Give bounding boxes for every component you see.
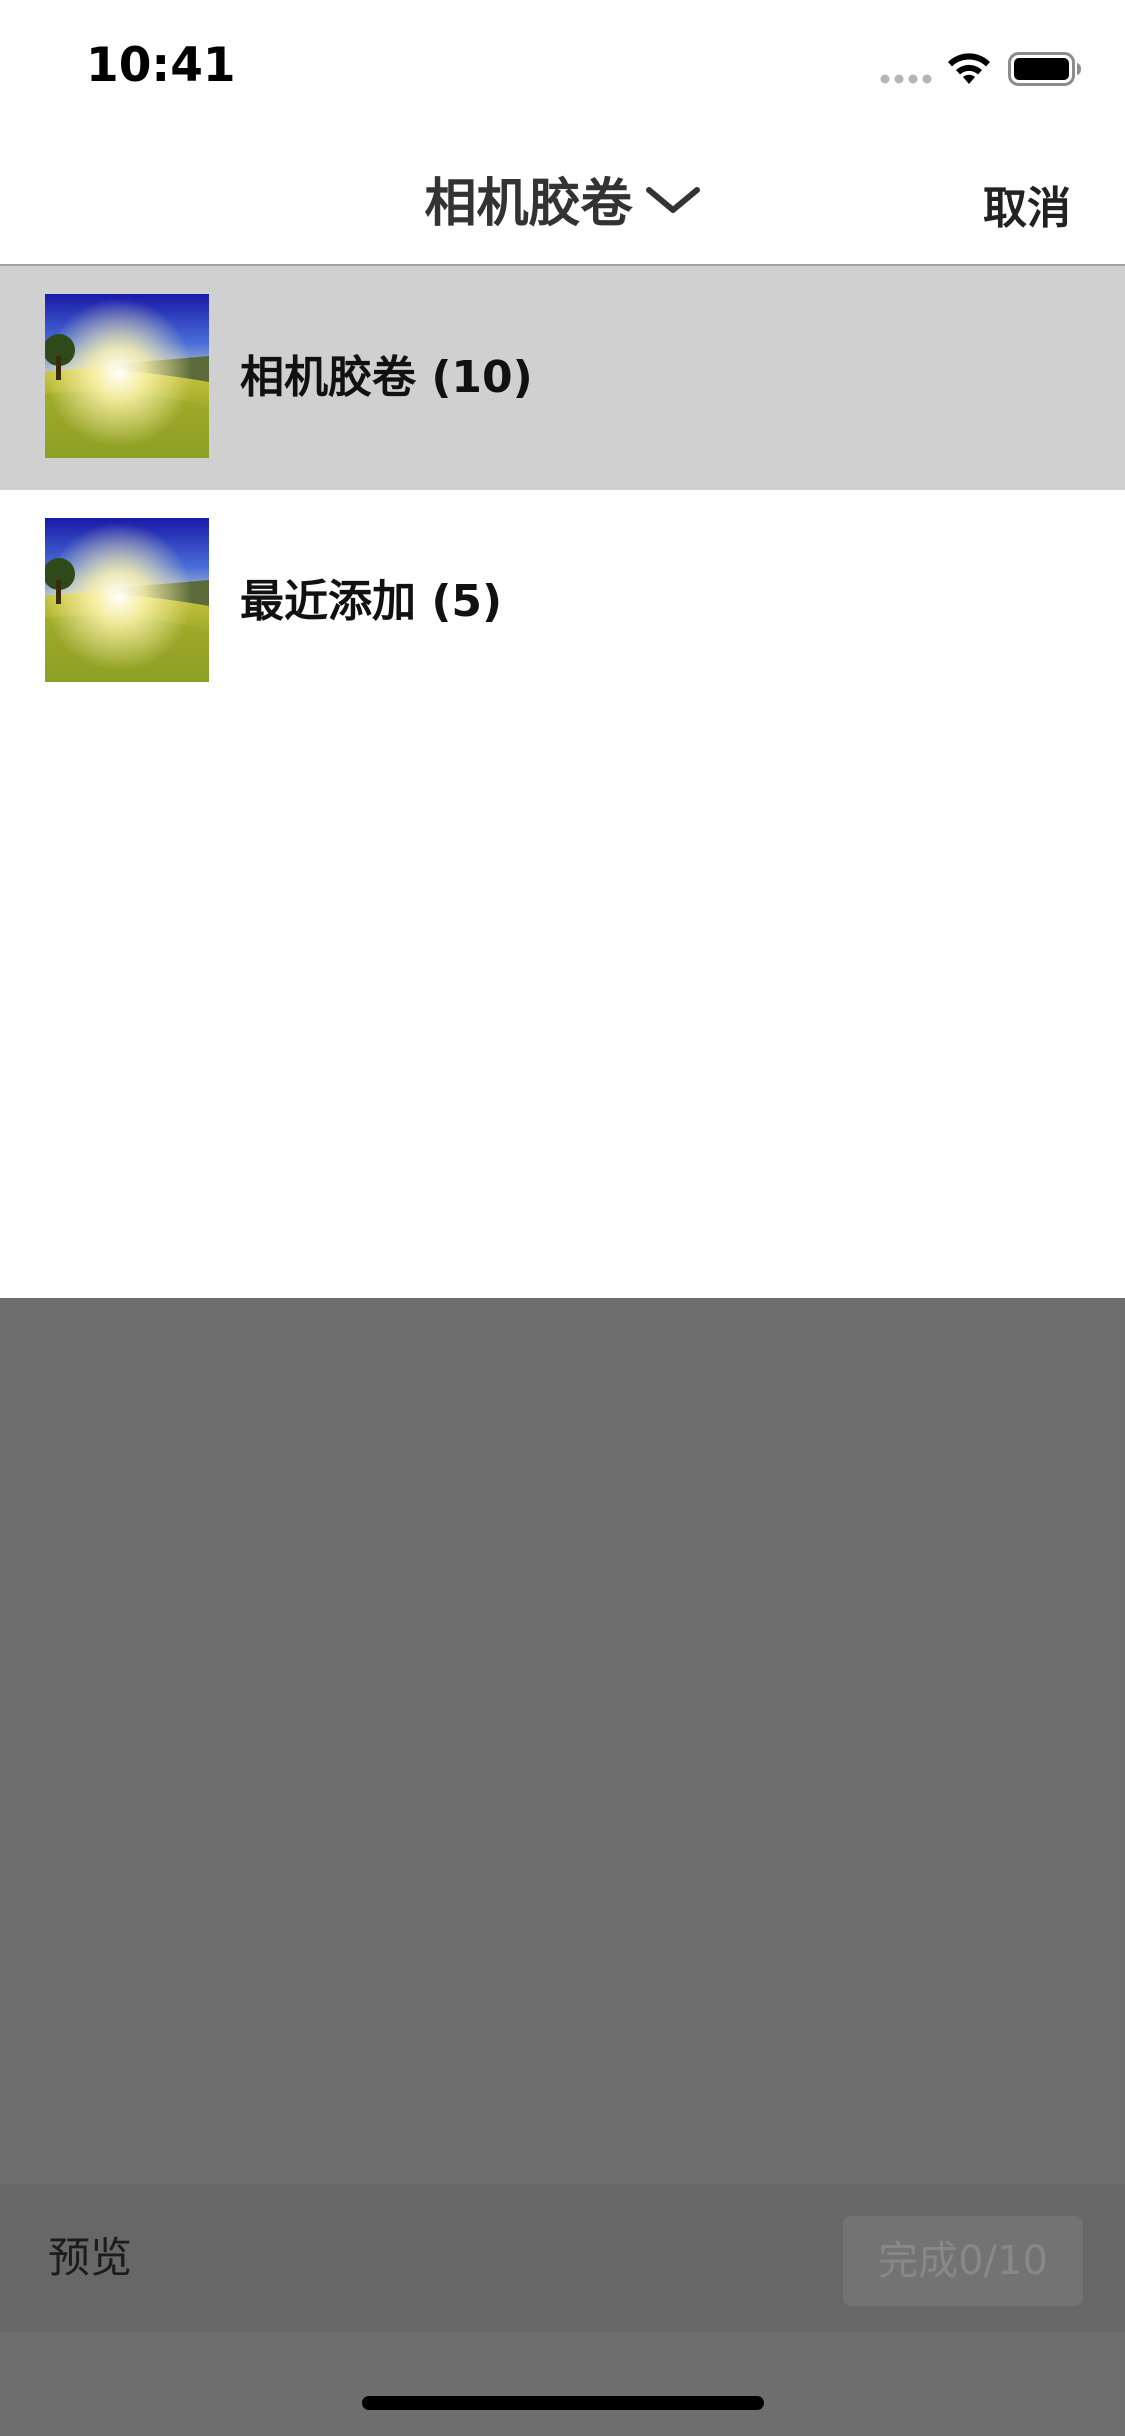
album-picker-screen: 10:41 相机胶卷 取消 相机胶卷 (10) 最近添加 (5) 预览 完成0/… <box>0 0 1125 2436</box>
navigation-bar: 相机胶卷 取消 <box>0 132 1125 266</box>
home-indicator[interactable] <box>362 2396 764 2410</box>
album-label: 最近添加 (5) <box>240 576 503 627</box>
status-bar: 10:41 <box>0 0 1125 132</box>
wifi-icon <box>948 53 990 84</box>
album-switcher[interactable]: 相机胶卷 <box>0 132 1125 264</box>
album-label: 相机胶卷 (10) <box>240 352 533 403</box>
home-indicator-area <box>0 2332 1125 2436</box>
landscape-photo-thumbnail <box>45 518 209 682</box>
cancel-button[interactable]: 取消 <box>983 172 1071 236</box>
preview-button[interactable]: 预览 <box>48 2184 132 2332</box>
cellular-signal-icon <box>880 74 932 84</box>
battery-icon <box>1008 52 1081 86</box>
bottom-toolbar: 预览 完成0/10 <box>0 2184 1125 2332</box>
album-title: 相机胶卷 <box>424 173 633 234</box>
landscape-photo-thumbnail <box>45 294 209 458</box>
chevron-down-icon <box>645 187 700 213</box>
status-time: 10:41 <box>86 38 236 93</box>
album-row-camera-roll[interactable]: 相机胶卷 (10) <box>0 266 1125 490</box>
dimmed-overlay[interactable] <box>0 1298 1125 2184</box>
album-list: 相机胶卷 (10) 最近添加 (5) <box>0 266 1125 1298</box>
done-button[interactable]: 完成0/10 <box>843 2216 1083 2306</box>
album-row-recently-added[interactable]: 最近添加 (5) <box>0 490 1125 714</box>
